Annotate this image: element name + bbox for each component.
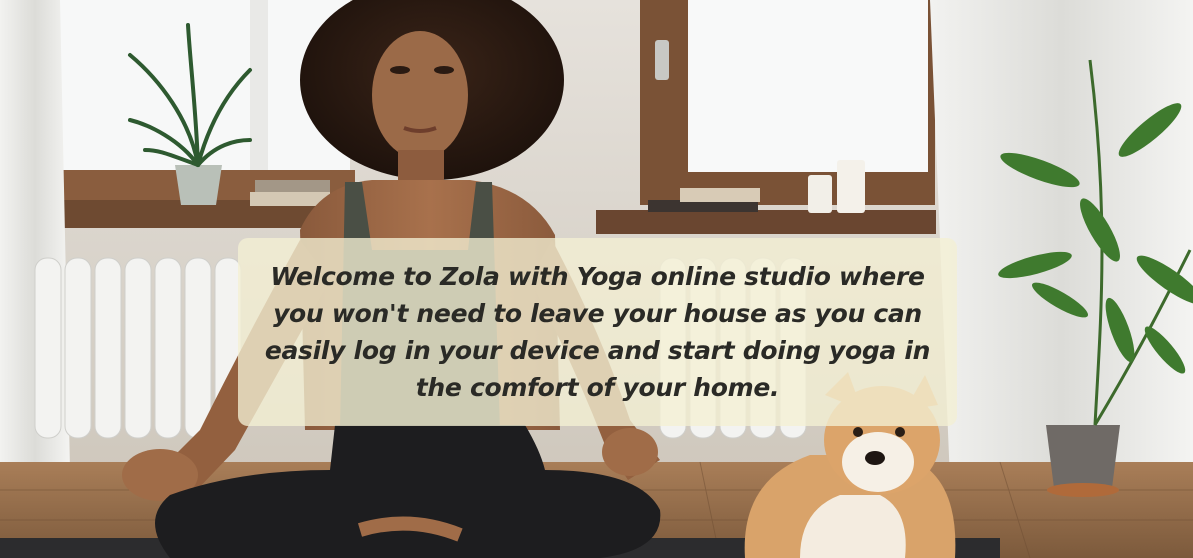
hero-section: Welcome to Zola with Yoga online studio …	[0, 0, 1193, 558]
welcome-overlay-box: Welcome to Zola with Yoga online studio …	[238, 238, 957, 426]
welcome-message: Welcome to Zola with Yoga online studio …	[264, 262, 931, 402]
